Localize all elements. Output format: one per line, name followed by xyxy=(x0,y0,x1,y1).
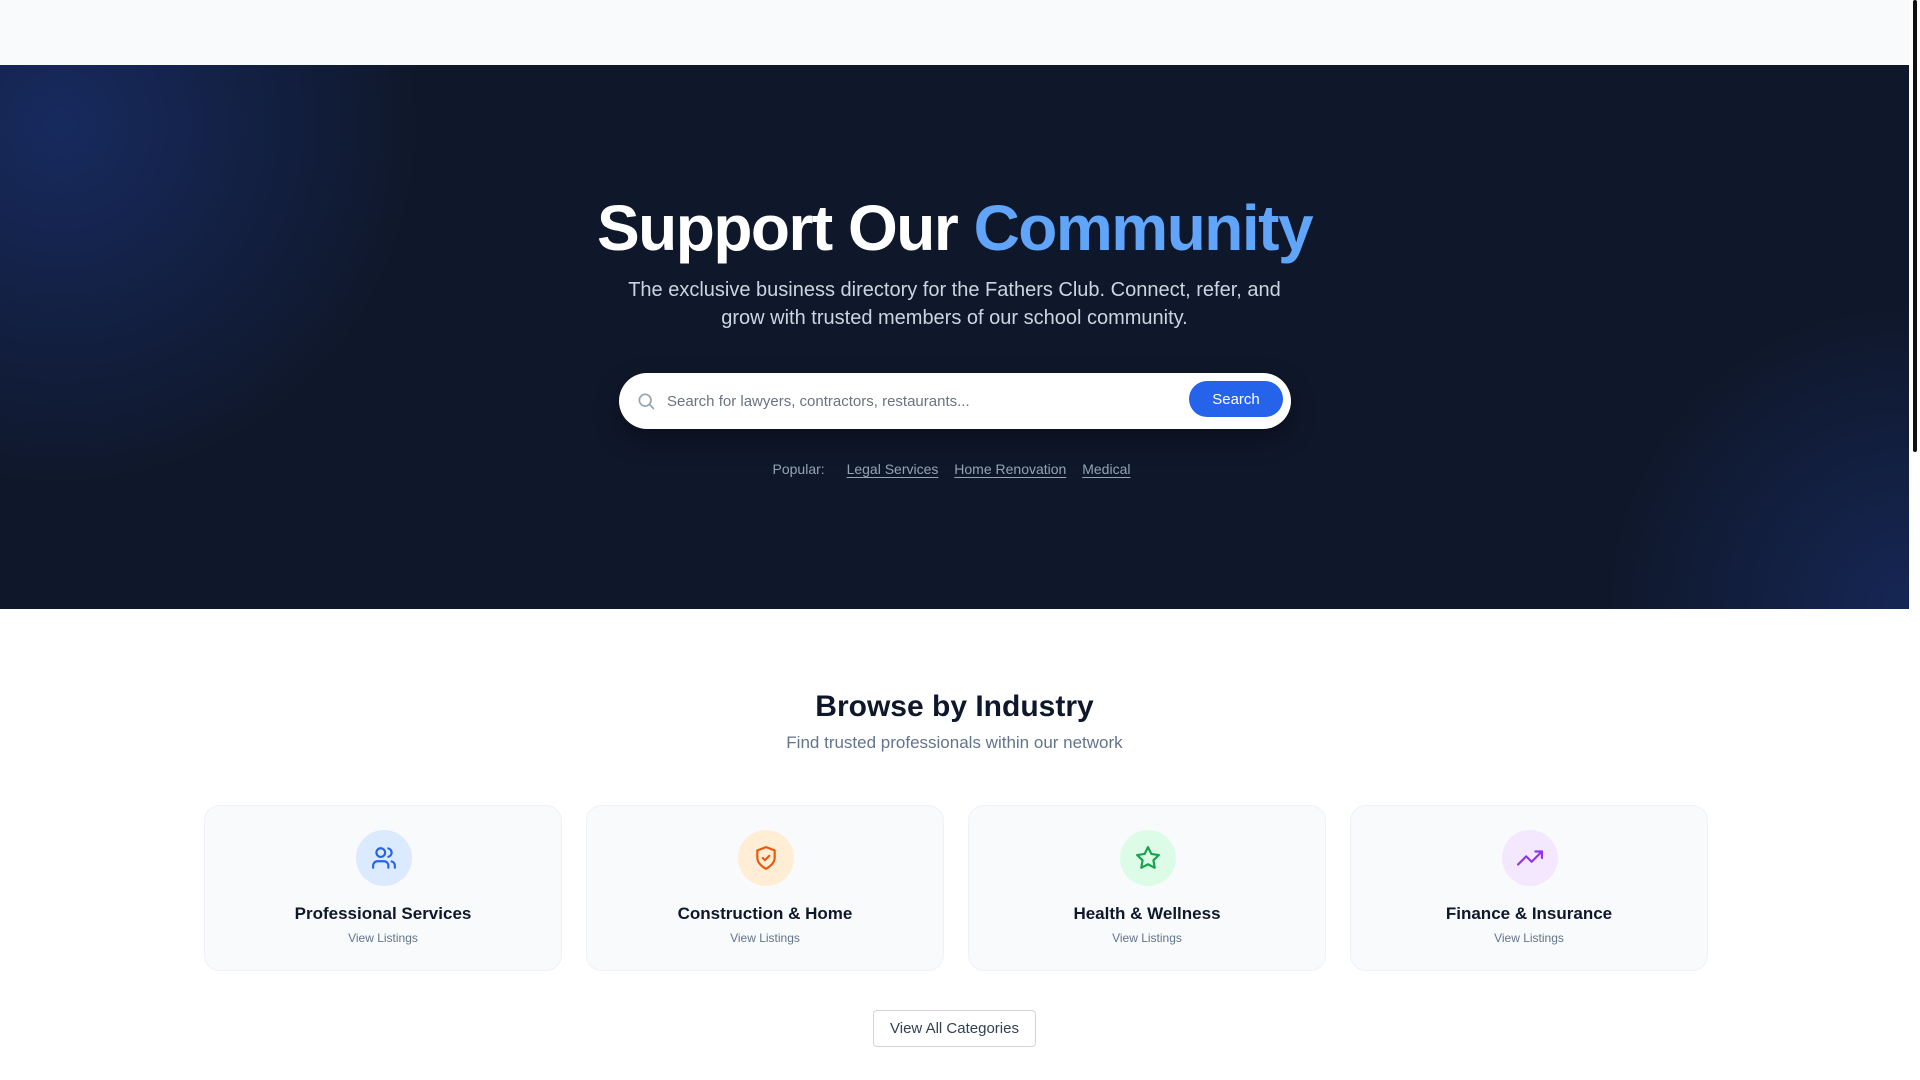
hero-title-main: Support Our xyxy=(596,192,959,264)
category-card-finance-insurance[interactable]: Finance & Insurance View Listings xyxy=(1350,805,1708,971)
shield-check-icon xyxy=(738,830,794,886)
category-title: Professional Services xyxy=(294,904,472,923)
browse-title: Browse by Industry xyxy=(815,690,1094,723)
popular-link-home-renovation[interactable]: Home Renovation xyxy=(954,461,1066,477)
category-card-health-wellness[interactable]: Health & Wellness View Listings xyxy=(968,805,1326,971)
popular-link-legal-services[interactable]: Legal Services xyxy=(847,461,939,477)
category-title: Construction & Home xyxy=(677,904,853,923)
category-card-professional-services[interactable]: Professional Services View Listings xyxy=(204,805,562,971)
category-view-listings-link[interactable]: View Listings xyxy=(587,931,943,945)
category-view-listings-link[interactable]: View Listings xyxy=(969,931,1325,945)
browse-subtitle: Find trusted professionals within our ne… xyxy=(786,733,1123,752)
users-icon xyxy=(356,830,412,886)
popular-link-medical[interactable]: Medical xyxy=(1082,461,1130,477)
search-bar: Search xyxy=(619,373,1291,429)
star-icon xyxy=(1120,830,1176,886)
top-nav-bar xyxy=(0,0,1909,65)
search-button[interactable]: Search xyxy=(1189,381,1283,417)
scrollbar-thumb[interactable] xyxy=(1913,0,1917,452)
category-view-listings-link[interactable]: View Listings xyxy=(205,931,561,945)
category-view-listings-link[interactable]: View Listings xyxy=(1351,931,1707,945)
hero-title-accent: Community xyxy=(973,192,1314,264)
search-icon xyxy=(636,391,656,411)
view-all-categories-button[interactable]: View All Categories xyxy=(873,1010,1036,1047)
hero-title: Support Our Community xyxy=(0,188,1909,268)
search-input[interactable] xyxy=(667,387,1187,415)
hero-section: Support Our Community The exclusive busi… xyxy=(0,65,1909,609)
category-title: Finance & Insurance xyxy=(1445,904,1613,923)
category-card-construction-home[interactable]: Construction & Home View Listings xyxy=(586,805,944,971)
category-title: Health & Wellness xyxy=(1073,904,1221,923)
popular-searches: Popular: Legal Services Home Renovation … xyxy=(0,461,1909,477)
popular-label: Popular: xyxy=(772,461,825,477)
trending-up-icon xyxy=(1502,830,1558,886)
hero-subtitle: The exclusive business directory for the… xyxy=(628,279,1281,329)
